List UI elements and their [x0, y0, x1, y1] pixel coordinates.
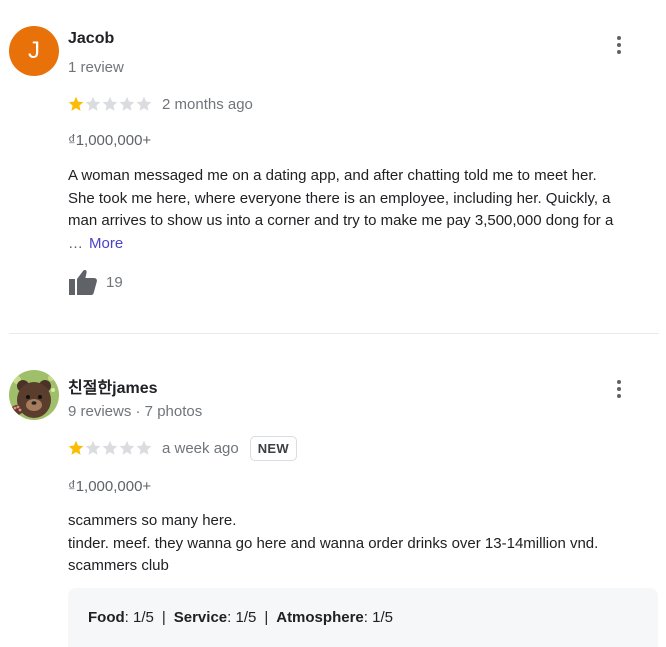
attr-separator: |	[161, 609, 166, 626]
attr-separator: |	[264, 609, 269, 626]
more-options-button[interactable]	[604, 374, 634, 404]
rating-row: 2 months ago	[68, 92, 253, 116]
author-name[interactable]: 친절한james	[68, 374, 158, 398]
attribute-ratings: Food: 1/5 | Service: 1/5 | Atmosphere: 1/5	[88, 609, 393, 626]
price-range: ₫1,000,000+	[68, 478, 152, 495]
author-name[interactable]: Jacob	[68, 30, 114, 48]
more-options-button[interactable]	[604, 30, 634, 60]
more-link[interactable]: More	[89, 235, 123, 252]
attr-value-food: : 1/5	[124, 609, 154, 626]
rating-row: a week ago NEW	[68, 435, 297, 461]
like-count: 19	[106, 273, 123, 291]
star-empty-icon	[102, 96, 118, 111]
star-empty-icon	[85, 96, 101, 111]
star-rating	[68, 440, 152, 456]
ellipsis: …	[68, 234, 83, 252]
review-card: J Jacob 1 review 2 months ago ₫1,000,000…	[0, 0, 666, 333]
review-text: A woman messaged me on a dating app, and…	[68, 165, 662, 255]
star-empty-icon	[136, 440, 152, 455]
star-empty-icon	[136, 96, 152, 111]
review-text-line: tinder. meef. they wanna go here and wan…	[68, 534, 599, 552]
price-range: ₫1,000,000+	[68, 132, 152, 149]
review-text-line: She took me here, where everyone there i…	[68, 189, 611, 207]
review-text-line: scammers so many here.	[68, 512, 237, 529]
bear-avatar-image	[9, 370, 59, 420]
avatar[interactable]: J	[9, 26, 59, 76]
new-badge: NEW	[249, 435, 297, 461]
star-empty-icon	[119, 96, 135, 111]
review-date: a week ago	[162, 439, 239, 457]
star-rating	[68, 96, 152, 112]
attr-label-food: Food	[88, 609, 125, 626]
attr-label-service: Service	[173, 609, 228, 626]
author-meta[interactable]: 1 review	[68, 59, 124, 76]
avatar[interactable]	[9, 370, 59, 420]
more-vert-icon	[617, 380, 621, 384]
review-text-line: A woman messaged me on a dating app, and…	[68, 167, 597, 184]
attribute-ratings-box: Food: 1/5 | Service: 1/5 | Atmosphere: 1/5	[68, 588, 658, 647]
thumb-up-icon	[69, 270, 97, 295]
avatar-letter: J	[28, 37, 40, 64]
review-date: 2 months ago	[162, 95, 253, 113]
author-meta[interactable]: 9 reviews · 7 photos	[68, 403, 202, 420]
star-empty-icon	[85, 440, 101, 455]
star-filled-icon	[68, 96, 84, 111]
like-row: 19	[68, 268, 123, 296]
attr-label-atmosphere: Atmosphere	[276, 609, 364, 626]
like-button[interactable]	[68, 268, 98, 296]
review-text-truncation: … More	[68, 233, 662, 256]
more-vert-icon	[617, 36, 621, 40]
attr-value-atmosphere: : 1/5	[363, 609, 393, 626]
star-empty-icon	[119, 440, 135, 455]
review-text: scammers so many here. tinder. meef. the…	[68, 510, 662, 578]
star-empty-icon	[102, 440, 118, 455]
star-filled-icon	[68, 440, 84, 455]
review-text-line: scammers club	[68, 557, 169, 574]
attr-value-service: : 1/5	[227, 609, 257, 626]
review-text-line: man arrives to show us into a corner and…	[68, 212, 614, 229]
